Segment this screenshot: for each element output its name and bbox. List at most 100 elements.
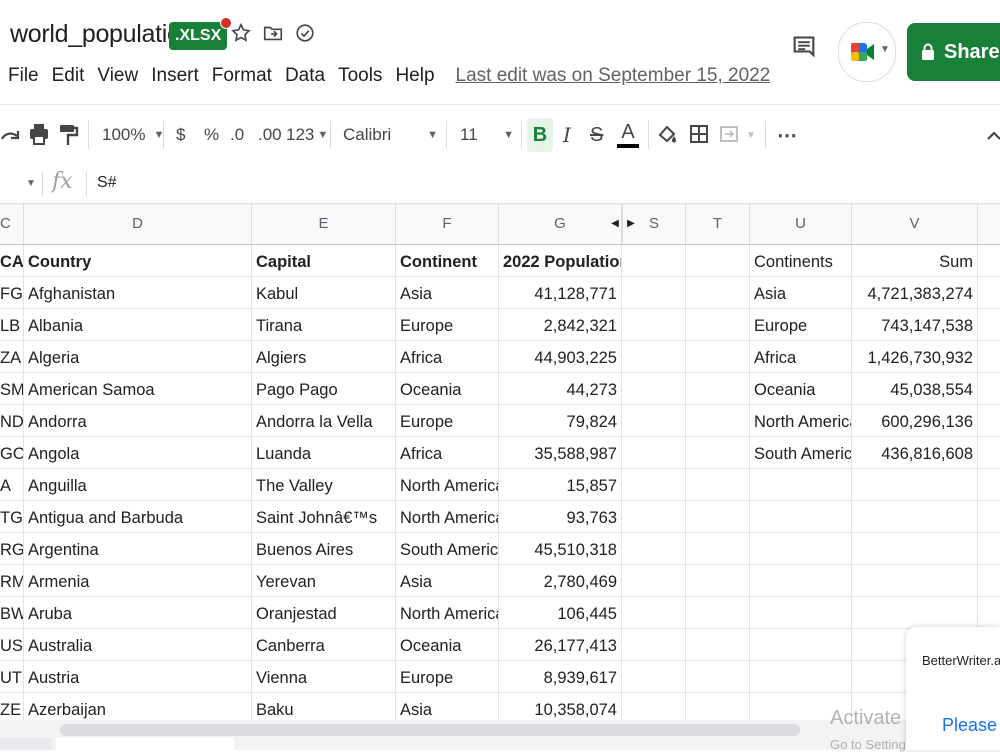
cell-population[interactable]: 35,588,987 [499, 437, 622, 468]
collapse-toolbar-icon[interactable] [986, 105, 1000, 165]
cell-population[interactable]: 15,857 [499, 469, 622, 500]
cell-country[interactable]: Algeria [24, 341, 252, 372]
summary-cell-sum[interactable]: 743,147,538 [852, 309, 978, 340]
cell-country[interactable]: Afghanistan [24, 277, 252, 308]
merge-cells-icon[interactable] [718, 105, 740, 165]
summary-cell-sum[interactable] [852, 533, 978, 564]
cell-population[interactable]: 26,177,413 [499, 629, 622, 660]
summary-cell-continent[interactable]: Continents [750, 245, 852, 276]
cell-country[interactable]: Argentina [24, 533, 252, 564]
cell-empty[interactable] [622, 565, 686, 596]
fill-color-icon[interactable] [656, 105, 678, 165]
cell-country[interactable]: Andorra [24, 405, 252, 436]
font-size-select[interactable]: 11 ▼ [460, 105, 514, 165]
increase-decimal-button[interactable]: .00 [258, 105, 282, 165]
cell-c[interactable]: TG [0, 501, 24, 532]
cell-capital[interactable]: Baku [252, 693, 396, 720]
name-box-dropdown-icon[interactable]: ▼ [26, 178, 36, 189]
cell-capital[interactable]: Algiers [252, 341, 396, 372]
column-header-f[interactable]: F [396, 204, 499, 244]
summary-cell-continent[interactable] [750, 533, 852, 564]
cell-capital[interactable]: Capital [252, 245, 396, 276]
chevron-down-icon[interactable]: ▼ [746, 105, 756, 165]
cell-c[interactable]: ZA [0, 341, 24, 372]
cell-capital[interactable]: Pago Pago [252, 373, 396, 404]
currency-format-button[interactable]: $ [176, 105, 185, 165]
cell-country[interactable]: Antigua and Barbuda [24, 501, 252, 532]
summary-cell-sum[interactable]: 436,816,608 [852, 437, 978, 468]
cell-population[interactable]: 106,445 [499, 597, 622, 628]
cell-c[interactable]: A [0, 469, 24, 500]
cell-c[interactable]: RG [0, 533, 24, 564]
cell-c[interactable]: RM [0, 565, 24, 596]
cell-capital[interactable]: Yerevan [252, 565, 396, 596]
cell-continent[interactable]: South America [396, 533, 499, 564]
summary-cell-continent[interactable] [750, 565, 852, 596]
cell-continent[interactable]: Asia [396, 565, 499, 596]
column-header-u[interactable]: U [750, 204, 852, 244]
cell-empty[interactable] [622, 341, 686, 372]
cell-population[interactable]: 44,273 [499, 373, 622, 404]
cell-c[interactable]: LB [0, 309, 24, 340]
summary-cell-continent[interactable] [750, 661, 852, 692]
cell-empty[interactable] [686, 245, 750, 276]
cell-c[interactable]: US [0, 629, 24, 660]
cell-empty[interactable] [622, 661, 686, 692]
cell-population[interactable]: 41,128,771 [499, 277, 622, 308]
column-header-v[interactable]: V [852, 204, 978, 244]
summary-cell-continent[interactable] [750, 597, 852, 628]
text-color-button[interactable]: A [617, 105, 639, 165]
menu-edit[interactable]: Edit [52, 65, 85, 87]
cell-capital[interactable]: Vienna [252, 661, 396, 692]
menu-help[interactable]: Help [395, 65, 434, 87]
cell-empty[interactable] [686, 405, 750, 436]
cell-c[interactable]: GO [0, 437, 24, 468]
cell-continent[interactable]: Oceania [396, 373, 499, 404]
column-header-g[interactable]: G [499, 204, 622, 244]
cell-empty[interactable] [622, 277, 686, 308]
summary-cell-continent[interactable]: Europe [750, 309, 852, 340]
cell-empty[interactable] [686, 469, 750, 500]
cell-continent[interactable]: Asia [396, 277, 499, 308]
spreadsheet-grid[interactable]: C D E F G ◀ ▶ S T U V CA3CountryCapitalC… [0, 204, 1000, 720]
summary-cell-continent[interactable]: North America [750, 405, 852, 436]
cell-empty[interactable] [686, 565, 750, 596]
share-button[interactable]: Share [907, 23, 1000, 81]
summary-cell-sum[interactable]: Sum [852, 245, 978, 276]
bold-button[interactable]: B [527, 118, 553, 152]
star-icon[interactable] [230, 22, 252, 44]
betterwriter-panel[interactable]: BetterWriter.ai Please lo [906, 627, 1000, 750]
cell-empty[interactable] [686, 501, 750, 532]
cell-continent[interactable]: Europe [396, 661, 499, 692]
cell-continent[interactable]: North America [396, 469, 499, 500]
cell-empty[interactable] [686, 277, 750, 308]
menu-tools[interactable]: Tools [338, 65, 382, 87]
percent-format-button[interactable]: % [204, 105, 219, 165]
cell-capital[interactable]: Andorra la Vella [252, 405, 396, 436]
cell-capital[interactable]: Kabul [252, 277, 396, 308]
number-format-select[interactable]: 123 ▼ [286, 105, 328, 165]
cell-empty[interactable] [622, 597, 686, 628]
cell-empty[interactable] [622, 533, 686, 564]
summary-cell-sum[interactable] [852, 501, 978, 532]
menu-view[interactable]: View [97, 65, 138, 87]
cell-empty[interactable] [622, 309, 686, 340]
cell-empty[interactable] [622, 405, 686, 436]
meet-button[interactable]: ▼ [838, 22, 896, 82]
cell-c[interactable]: ND [0, 405, 24, 436]
cell-continent[interactable]: Oceania [396, 629, 499, 660]
paint-format-icon[interactable] [57, 105, 79, 165]
column-header-t[interactable]: T [686, 204, 750, 244]
cell-population[interactable]: 2,780,469 [499, 565, 622, 596]
zoom-select[interactable]: 100% ▼ [102, 105, 164, 165]
cell-empty[interactable] [622, 373, 686, 404]
cell-c[interactable]: UT [0, 661, 24, 692]
column-header-d[interactable]: D [24, 204, 252, 244]
cell-capital[interactable]: The Valley [252, 469, 396, 500]
cell-country[interactable]: Armenia [24, 565, 252, 596]
cell-population[interactable]: 8,939,617 [499, 661, 622, 692]
cell-capital[interactable]: Buenos Aires [252, 533, 396, 564]
cell-empty[interactable] [622, 469, 686, 500]
cell-empty[interactable] [686, 597, 750, 628]
cell-empty[interactable] [622, 693, 686, 720]
